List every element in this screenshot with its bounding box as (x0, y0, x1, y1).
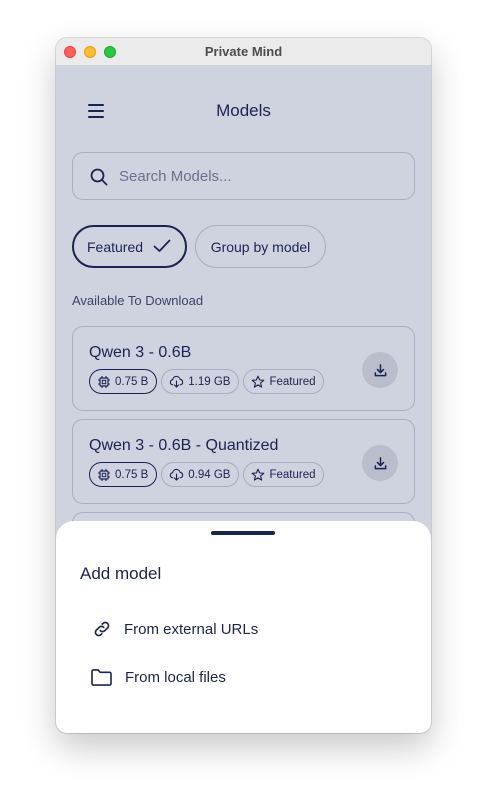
section-label: Available To Download (72, 293, 204, 308)
star-icon (252, 468, 265, 481)
featured-filter-chip[interactable]: Featured (72, 225, 187, 268)
from-external-urls-option[interactable]: From external URLs (80, 609, 407, 649)
sheet-drag-handle[interactable] (211, 531, 275, 535)
download-button[interactable] (362, 352, 398, 388)
size-badge: 1.19 GB (161, 369, 240, 394)
search-icon (90, 168, 108, 186)
params-badge: 0.75 B (89, 462, 158, 487)
search-box[interactable] (72, 152, 415, 200)
app-window: Private Mind Models Featured Group by mo… (56, 38, 431, 733)
model-badges: 0.75 B 0.94 GB Featured (89, 462, 325, 487)
from-local-files-label: From local files (125, 668, 226, 686)
featured-badge-label: Featured (269, 375, 316, 388)
cloud-download-icon (170, 375, 184, 388)
from-local-files-option[interactable]: From local files (80, 657, 407, 697)
featured-badge: Featured (243, 462, 325, 487)
group-by-model-chip[interactable]: Group by model (195, 225, 326, 268)
featured-badge: Featured (243, 369, 325, 394)
window-title: Private Mind (204, 44, 283, 59)
params-value: 0.75 B (115, 468, 149, 481)
group-by-model-label: Group by model (210, 238, 311, 255)
add-model-sheet: Add model From external URLs From local … (56, 521, 431, 733)
params-value: 0.75 B (115, 375, 149, 388)
featured-filter-label: Featured (87, 238, 144, 255)
model-name: Qwen 3 - 0.6B (89, 344, 192, 361)
size-value: 0.94 GB (188, 468, 231, 481)
model-card[interactable]: Qwen 3 - 0.6B - Quantized 0.75 B 0.94 GB (72, 419, 415, 504)
download-icon (374, 363, 386, 376)
search-input[interactable] (117, 153, 407, 199)
featured-badge-label: Featured (269, 468, 316, 481)
checkmark-icon (153, 239, 171, 252)
window-titlebar: Private Mind (56, 38, 431, 66)
from-external-urls-label: From external URLs (124, 620, 259, 638)
sheet-title: Add model (80, 564, 162, 583)
page-title: Models (216, 101, 271, 120)
star-icon (252, 375, 265, 388)
cloud-download-icon (170, 468, 184, 481)
size-value: 1.19 GB (188, 375, 231, 388)
link-icon (94, 621, 110, 637)
params-badge: 0.75 B (89, 369, 158, 394)
model-card[interactable]: Qwen 3 - 0.6B 0.75 B 1.19 GB Featured (72, 326, 415, 411)
model-name: Qwen 3 - 0.6B - Quantized (89, 437, 279, 454)
folder-icon (91, 668, 112, 686)
chip-icon (98, 375, 110, 388)
download-button[interactable] (362, 445, 398, 481)
size-badge: 0.94 GB (161, 462, 240, 487)
model-badges: 0.75 B 1.19 GB Featured (89, 369, 325, 394)
chip-icon (98, 468, 110, 481)
download-icon (374, 456, 386, 469)
